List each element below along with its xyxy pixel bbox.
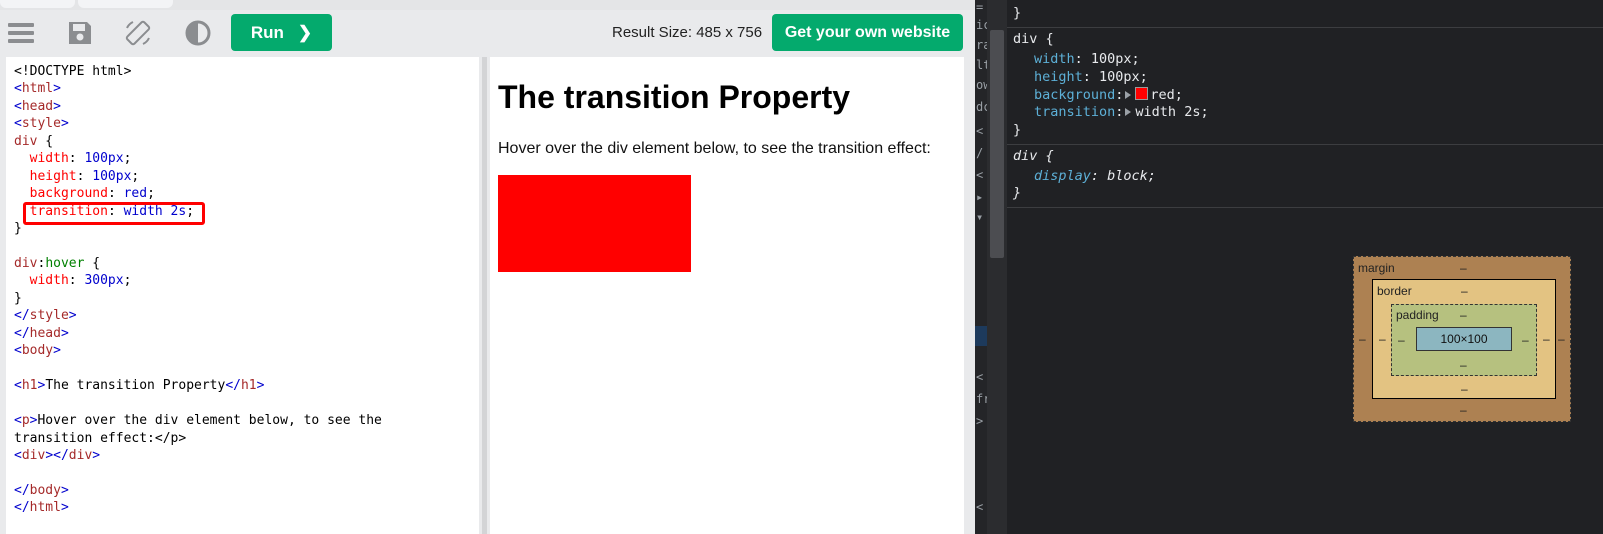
rule-divider [1007,27,1603,28]
ua-rule-selector: div { [1013,148,1054,164]
gutter-fragment: ▸ [976,190,984,204]
highlight-box [23,202,205,225]
elements-gutter: = ic ra lt ow dc < / < ▸ ▾ < fr > < [975,0,987,534]
gutter-fragment: ▾ [976,210,984,224]
box-model-padding[interactable]: padding – – – – 100×100 [1391,304,1537,376]
padding-bottom-value[interactable]: – [1460,358,1467,372]
scrollbar-thumb[interactable] [990,30,1004,258]
declaration-width[interactable]: width: 100px; [1034,51,1140,67]
rule-close: } [1013,5,1022,21]
rule-selector[interactable]: div { [1013,31,1054,47]
gutter-fragment: fr [976,392,987,406]
styles-pane: } div { width: 100px; height: 100px; bac… [1007,0,1603,534]
margin-top-value[interactable]: – [1460,261,1467,275]
demo-div[interactable] [498,175,691,272]
result-heading: The transition Property [498,79,851,115]
border-label: border [1377,284,1412,298]
browser-tab[interactable] [0,0,75,8]
gutter-fragment: / [976,146,984,160]
gutter-fragment: < [976,124,984,138]
run-button[interactable]: Run ❯ [231,14,332,51]
gutter-fragment: > [976,414,984,428]
border-right-value[interactable]: – [1543,332,1550,346]
box-model-border[interactable]: border – – – – padding – – – – 100×100 [1372,279,1556,399]
result-paragraph: Hover over the div element below, to see… [498,140,931,157]
border-bottom-value[interactable]: – [1461,382,1468,396]
rule-close: } [1013,185,1022,201]
gutter-fragment: < [976,500,984,514]
gutter-fragment: ow [976,78,987,92]
get-your-own-website-button[interactable]: Get your own website [772,14,963,51]
save-icon[interactable] [65,18,95,48]
code-text[interactable]: <!DOCTYPE html> <html> <head> <style> di… [6,57,479,517]
tab-strip [0,0,975,10]
gutter-fragment: < [976,370,984,384]
devtools-scrollbar[interactable] [987,0,1007,534]
chevron-right-icon: ❯ [297,22,313,42]
padding-right-value[interactable]: – [1522,333,1529,347]
editor-toolbar: Run ❯ Result Size: 485 x 756 Get your ow… [0,10,975,56]
run-button-label: Run [250,22,284,42]
pane-edge [964,10,975,534]
margin-bottom-value[interactable]: – [1460,403,1467,417]
margin-label: margin [1358,261,1395,275]
declaration-background[interactable]: background: red; [1034,87,1183,103]
declaration-display: display: block; [1034,168,1156,184]
rule-divider [1007,144,1603,145]
rule-divider [1007,207,1603,208]
padding-label: padding [1396,308,1439,322]
contrast-icon[interactable] [183,18,213,48]
padding-top-value[interactable]: – [1460,308,1467,322]
devtools-panel: = ic ra lt ow dc < / < ▸ ▾ < fr > < } div { width: 100… [975,0,1603,534]
gutter-fragment: ic [976,18,987,32]
border-left-value[interactable]: – [1379,332,1386,346]
menu-icon[interactable] [6,18,36,48]
box-model-margin[interactable]: margin – – – – border – – – – padding – … [1353,256,1571,422]
color-swatch[interactable] [1135,87,1149,100]
expand-triangle-icon[interactable] [1125,91,1132,99]
gutter-fragment: lt [976,58,987,72]
margin-left-value[interactable]: – [1359,332,1366,346]
result-size-label: Result Size: 485 x 756 [612,24,763,41]
browser-tab[interactable] [78,0,173,8]
pane-divider[interactable] [479,57,490,534]
gutter-fragment: dc [976,100,987,114]
expand-triangle-icon[interactable] [1125,108,1132,116]
gutter-fragment: = [976,0,984,14]
border-top-value[interactable]: – [1461,284,1468,298]
declaration-transition[interactable]: transition: width 2s; [1034,104,1209,120]
result-pane: The transition Property Hover over the d… [490,57,964,534]
margin-right-value[interactable]: – [1558,332,1565,346]
code-editor[interactable]: <!DOCTYPE html> <html> <head> <style> di… [6,57,479,534]
padding-left-value[interactable]: – [1398,333,1405,347]
rotate-icon[interactable] [123,18,153,48]
box-model-content[interactable]: 100×100 [1416,327,1512,351]
declaration-height[interactable]: height: 100px; [1034,69,1148,85]
selected-node-highlight [975,326,987,346]
gutter-fragment: ra [976,38,987,52]
rule-close: } [1013,122,1022,138]
gutter-fragment: < [976,168,984,182]
